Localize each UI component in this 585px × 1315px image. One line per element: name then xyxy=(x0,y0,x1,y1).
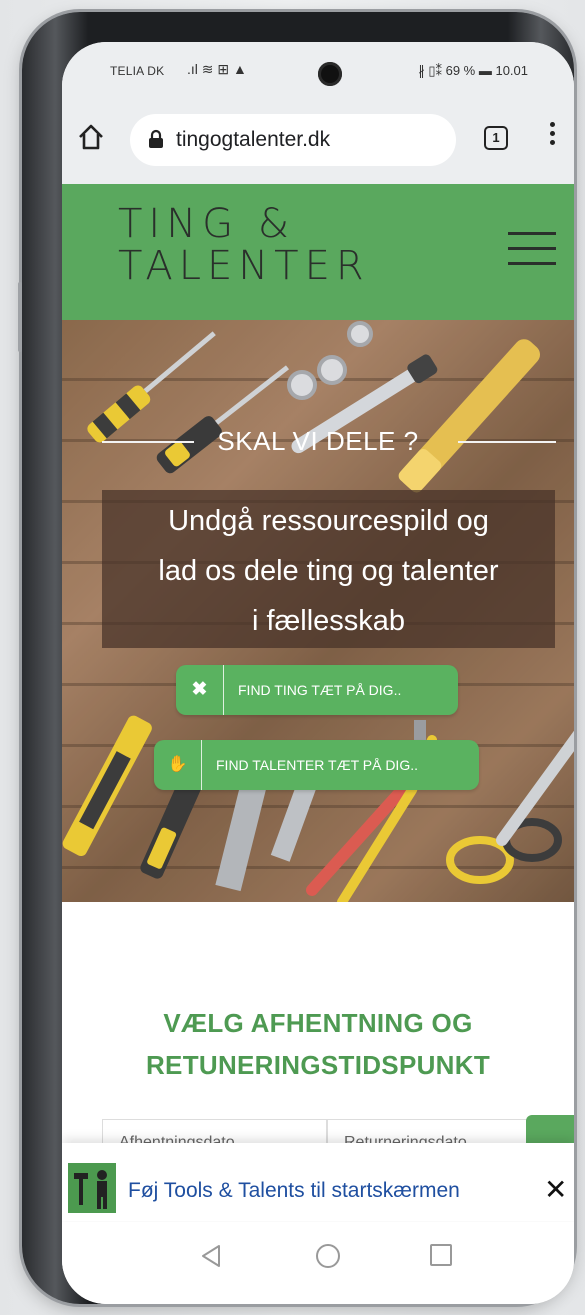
tabs-icon[interactable]: 1 xyxy=(484,126,508,150)
home-button-icon[interactable] xyxy=(316,1244,340,1268)
find-things-button[interactable]: ✖ FIND TING TÆT PÅ DIG.. xyxy=(176,665,458,715)
booking-title-line-2: RETUNERINGSTIDSPUNKT xyxy=(145,1050,490,1080)
app-icon xyxy=(68,1163,116,1213)
address-bar[interactable]: tingogtalenter.dk xyxy=(130,114,456,166)
hero-headline: Undgå ressourcespild og lad os dele ting… xyxy=(102,490,555,648)
lock-icon xyxy=(149,129,163,148)
logo-line-2: TALENTER xyxy=(118,243,370,289)
hero-headline-line-1: Undgå ressourcespild og xyxy=(168,505,489,537)
booking-title-line-1: VÆLG AFHENTNING OG xyxy=(163,1008,473,1038)
tools-icon: ✖ xyxy=(176,665,224,715)
add-to-homescreen-banner: Føj Tools & Talents til startskærmen ✕ xyxy=(62,1143,574,1221)
hero-headline-line-2: lad os dele ting og talenter xyxy=(158,555,499,587)
close-icon[interactable]: ✕ xyxy=(544,1173,567,1206)
overflow-menu-icon[interactable] xyxy=(548,122,556,152)
browser-toolbar: tingogtalenter.dk 1 xyxy=(62,102,574,184)
front-camera xyxy=(318,62,342,86)
status-bar: TELIA DK .ıl ≋ ⊞ ▲ ∦ ▯⁑ 69 % ▬ 10.01 xyxy=(62,42,574,102)
hamburger-icon[interactable] xyxy=(508,232,556,270)
carrier-label: TELIA DK xyxy=(110,64,165,78)
status-icons: .ıl ≋ ⊞ ▲ xyxy=(187,61,247,77)
hero-headline-line-3: i fællesskab xyxy=(251,605,406,637)
logo-line-1: TING & xyxy=(118,201,296,247)
add-to-homescreen-text[interactable]: Føj Tools & Talents til startskærmen xyxy=(128,1179,460,1203)
hero-kicker: SKAL VI DELE ? xyxy=(217,426,419,456)
hero-section: SKAL VI DELE ? Undgå ressourcespild og l… xyxy=(62,320,574,902)
find-talents-button[interactable]: ✋ FIND TALENTER TÆT PÅ DIG.. xyxy=(154,740,479,790)
url-text[interactable]: tingogtalenter.dk xyxy=(176,128,330,152)
recent-apps-icon[interactable] xyxy=(430,1244,452,1266)
handshake-icon: ✋ xyxy=(154,740,202,790)
find-things-label: FIND TING TÆT PÅ DIG.. xyxy=(238,682,402,698)
volume-button xyxy=(18,282,22,352)
back-icon[interactable] xyxy=(200,1244,222,1268)
status-right: ∦ ▯⁑ 69 % ▬ 10.01 xyxy=(418,63,528,78)
find-talents-label: FIND TALENTER TÆT PÅ DIG.. xyxy=(216,757,418,773)
site-logo[interactable]: TING & TALENTER xyxy=(118,204,418,288)
phone-screen: TELIA DK .ıl ≋ ⊞ ▲ ∦ ▯⁑ 69 % ▬ 10.01 tin… xyxy=(62,42,574,1304)
booking-title: VÆLG AFHENTNING OG RETUNERINGSTIDSPUNKT xyxy=(62,1002,574,1086)
system-nav-bar xyxy=(62,1222,574,1304)
phone-frame: TELIA DK .ıl ≋ ⊞ ▲ ∦ ▯⁑ 69 % ▬ 10.01 tin… xyxy=(18,12,574,1304)
site-header: TING & TALENTER xyxy=(62,184,574,320)
home-icon[interactable] xyxy=(76,122,106,152)
